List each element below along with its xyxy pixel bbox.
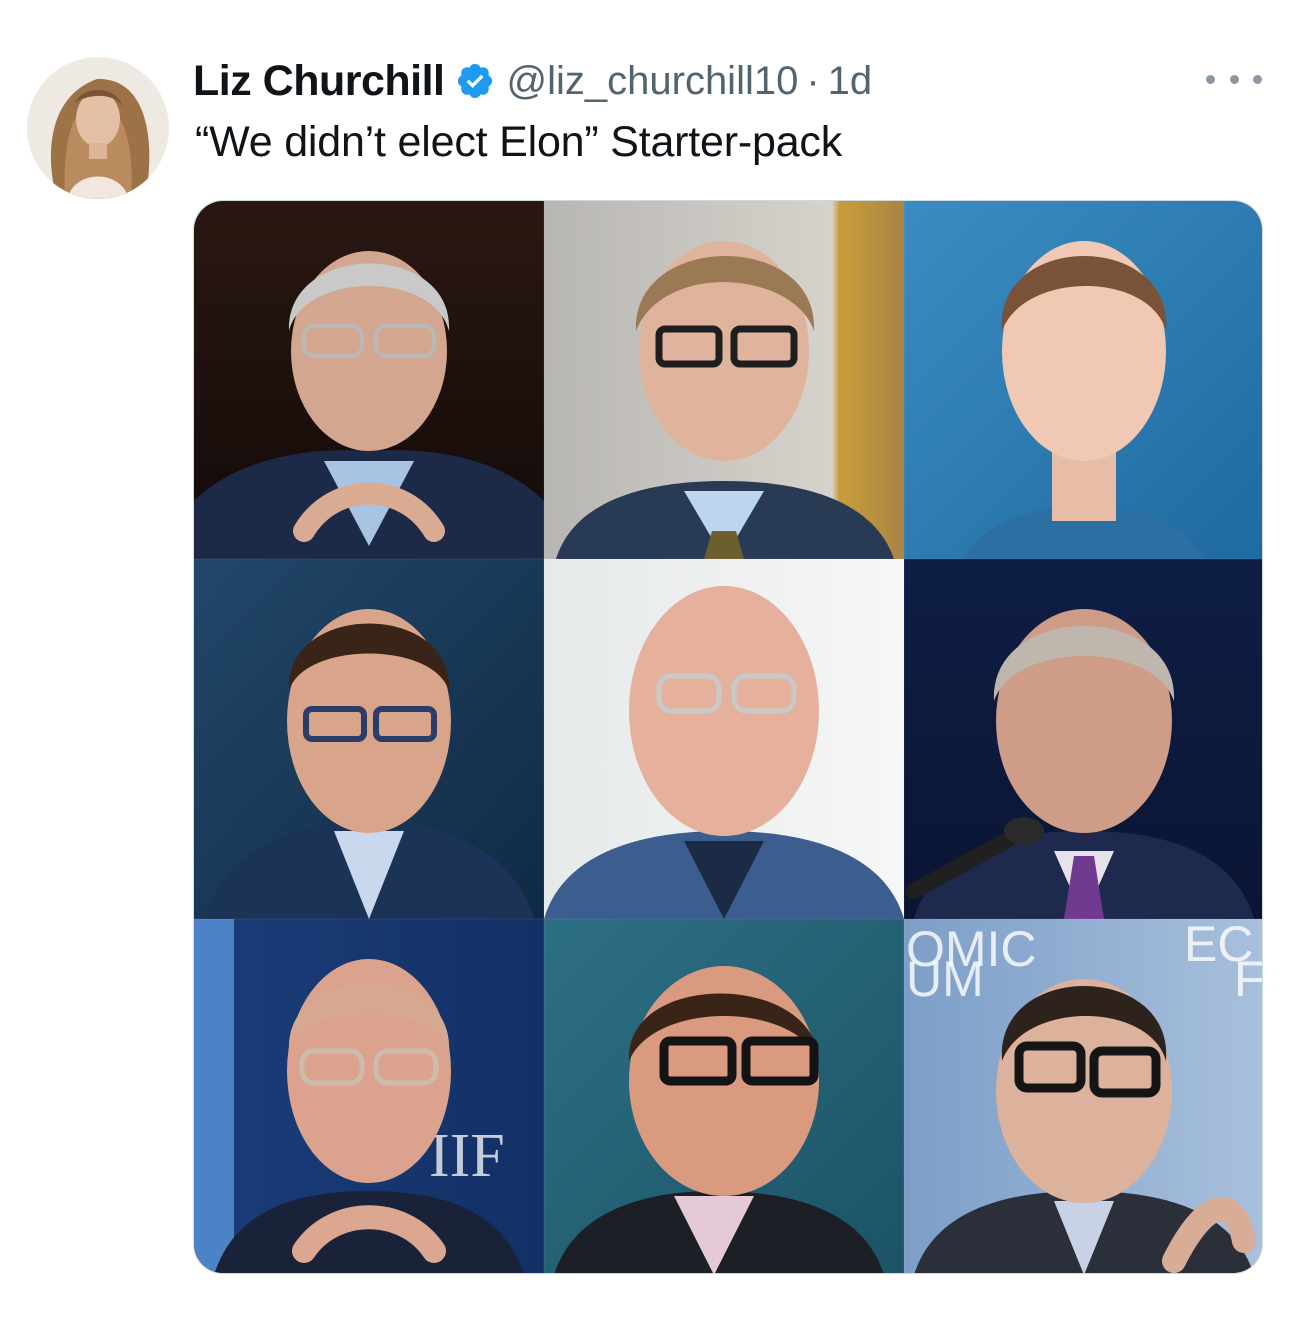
tweet[interactable]: Liz Churchill @liz_churchill10 · 1d “We … [0, 0, 1290, 1317]
verified-badge-icon [455, 61, 495, 101]
separator-dot: · [806, 58, 820, 103]
signage-iif: IIF [429, 1122, 505, 1190]
portrait-4 [194, 559, 544, 919]
portrait-1 [194, 201, 544, 559]
tweet-text: “We didn’t elect Elon” Starter-pack [195, 118, 843, 166]
portrait-8 [544, 919, 904, 1273]
author-handle[interactable]: @liz_churchill10 [507, 59, 799, 104]
portrait-6 [904, 559, 1262, 919]
dot [1206, 74, 1215, 84]
author-name[interactable]: Liz Churchill [193, 57, 445, 106]
signage-um: UM [906, 951, 984, 1007]
portrait-7: IIF [194, 919, 544, 1273]
signage-f: F [1234, 951, 1263, 1007]
dot [1253, 74, 1262, 84]
avatar[interactable] [27, 57, 169, 199]
portrait-9: OMIC UM EC F [904, 916, 1263, 1273]
portrait-3 [904, 201, 1262, 559]
dot [1229, 74, 1239, 84]
tweet-timestamp[interactable]: 1d [828, 59, 873, 104]
more-dots-icon[interactable] [1206, 64, 1262, 94]
portrait-5 [544, 559, 904, 919]
portrait-2 [544, 201, 904, 559]
tweet-media-image[interactable]: IIF OMIC UM EC F [193, 200, 1263, 1274]
tweet-header: Liz Churchill @liz_churchill10 · 1d [193, 52, 872, 110]
